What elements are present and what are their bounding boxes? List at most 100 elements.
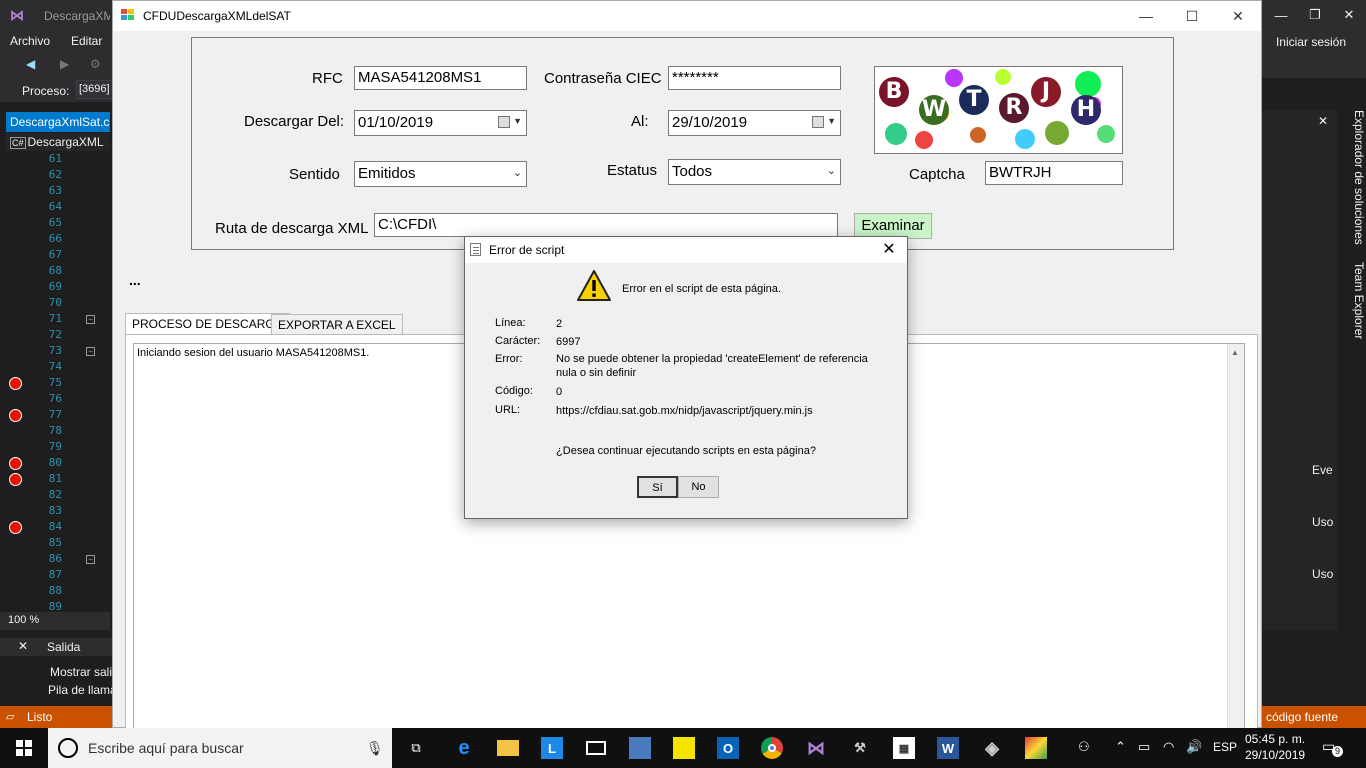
close-icon[interactable]: ✕ (1332, 0, 1366, 30)
right-panel-item[interactable]: Uso (1312, 567, 1336, 581)
calendar-icon[interactable] (812, 116, 824, 128)
taskbar-network-app[interactable] (618, 728, 662, 768)
taskbar-store[interactable]: ▦ (882, 728, 926, 768)
close-icon[interactable]: ✕ (1318, 114, 1328, 128)
line-number: 79 (48, 440, 62, 453)
taskbar-explorer[interactable] (486, 728, 530, 768)
taskbar-app-diamond[interactable]: ◈ (970, 728, 1014, 768)
line-number: 81 (48, 472, 62, 485)
breakpoint-icon[interactable] (9, 377, 22, 390)
back-icon[interactable]: ◀ (26, 57, 35, 71)
collapse-icon[interactable]: − (86, 347, 95, 356)
minimize-icon[interactable]: — (1264, 0, 1298, 30)
microphone-icon[interactable]: 🎙 (366, 740, 384, 757)
source-control-label[interactable]: código fuente (1266, 710, 1338, 724)
direction-select[interactable]: Emitidos ⌄ (354, 161, 527, 187)
process-label: Proceso: (22, 84, 70, 98)
taskbar-tools[interactable]: ⚒ (838, 728, 882, 768)
taskbar-app-colorful[interactable] (1014, 728, 1058, 768)
app-title: CFDUDescargaXMLdelSAT (143, 9, 291, 23)
people-icon[interactable]: ⚇ (1078, 739, 1090, 755)
chevron-down-icon[interactable]: ▼ (513, 116, 522, 126)
zoom-select[interactable]: 100 % (0, 612, 110, 630)
process-select[interactable]: [3696] (76, 80, 114, 99)
breakpoint-icon[interactable] (9, 409, 22, 422)
close-icon[interactable]: ✕ (1215, 1, 1261, 31)
menu-archivo[interactable]: Archivo (10, 34, 50, 48)
start-button[interactable] (0, 728, 48, 768)
maximize-icon[interactable]: ☐ (1169, 1, 1215, 31)
taskbar-visual-studio[interactable]: ⋈ (794, 728, 838, 768)
taskbar-edge[interactable]: e (442, 728, 486, 768)
vs-right-panel: ✕ (1262, 110, 1337, 630)
team-explorer-tab[interactable]: Team Explorer (1352, 262, 1366, 339)
clock-time: 05:45 p. m. (1245, 732, 1306, 746)
field-value: 6997 (556, 336, 581, 348)
rfc-input[interactable]: MASA541208MS1 (354, 66, 527, 90)
close-icon[interactable]: ✕ (875, 238, 903, 262)
sign-in-link[interactable]: Iniciar sesión (1276, 35, 1346, 49)
captcha-label: Captcha (909, 166, 965, 183)
minimize-icon[interactable]: — (1123, 1, 1169, 31)
editor-nav-dropdown[interactable]: C# DescargaXML (6, 133, 110, 151)
field-key: Código: (495, 385, 533, 397)
taskbar-outlook[interactable]: O (706, 728, 750, 768)
collapse-icon[interactable]: − (86, 315, 95, 324)
to-date-picker[interactable]: 29/10/2019 ▼ (668, 110, 841, 136)
battery-icon[interactable]: ▭ (1138, 739, 1150, 755)
clock[interactable]: 05:45 p. m. 29/10/2019 (1245, 731, 1305, 763)
taskbar-mail[interactable] (574, 728, 618, 768)
windows-taskbar: Escribe aquí para buscar 🎙 ⧉ e L O ⋈ ⚒ ▦… (0, 728, 1366, 768)
chevron-down-icon[interactable]: ▼ (827, 116, 836, 126)
language-indicator[interactable]: ESP (1213, 740, 1237, 754)
vs-window-controls: — ❐ ✕ (1264, 0, 1366, 30)
word-icon: W (937, 737, 959, 759)
no-button[interactable]: No (678, 476, 719, 498)
chrome-icon (761, 737, 783, 759)
from-date-picker[interactable]: 01/10/2019 ▼ (354, 110, 527, 136)
tab-exportar-excel[interactable]: EXPORTAR A EXCEL (271, 314, 403, 335)
toolbar-icon[interactable]: ⚙ (90, 57, 101, 71)
breakpoint-icon[interactable] (9, 473, 22, 486)
line-number: 83 (48, 504, 62, 517)
editor-tab-active[interactable]: DescargaXmlSat.cs (6, 112, 110, 132)
status-select[interactable]: Todos ⌄ (668, 159, 841, 185)
forward-icon[interactable]: ▶ (60, 57, 69, 71)
status-text: Listo (27, 710, 53, 724)
taskbar-search[interactable]: Escribe aquí para buscar 🎙 (48, 728, 392, 768)
taskbar-chrome[interactable] (750, 728, 794, 768)
close-icon[interactable]: ✕ (18, 639, 28, 653)
direction-value: Emitidos (358, 165, 416, 182)
captcha-letter: T (959, 85, 989, 115)
tab-proceso-descarga[interactable]: PROCESO DE DESCARGA (125, 313, 290, 335)
password-input[interactable]: ******** (668, 66, 841, 90)
breakpoint-icon[interactable] (9, 521, 22, 534)
right-panel-item[interactable]: Uso (1312, 515, 1336, 529)
taskbar-word[interactable]: W (926, 728, 970, 768)
yes-button[interactable]: Sí (637, 476, 678, 498)
calendar-icon[interactable] (498, 116, 510, 128)
call-stack-tab[interactable]: Pila de llamadas (48, 683, 112, 697)
taskbar-app-l[interactable]: L (530, 728, 574, 768)
restore-icon[interactable]: ❐ (1298, 0, 1332, 30)
folder-icon (497, 740, 519, 756)
task-view-button[interactable]: ⧉ (394, 728, 438, 768)
volume-icon[interactable]: 🔊 (1186, 739, 1202, 755)
wifi-icon[interactable]: ◠ (1163, 739, 1174, 755)
chevron-up-icon[interactable]: ⌃ (1115, 739, 1126, 755)
captcha-input[interactable]: BWTRJH (985, 161, 1123, 185)
menu-editar[interactable]: Editar (71, 34, 102, 48)
computer-icon (629, 737, 651, 759)
right-panel-item[interactable]: Eve (1312, 463, 1336, 477)
taskbar-sticky-notes[interactable] (662, 728, 706, 768)
notifications-button[interactable]: ▭ 9 (1322, 738, 1344, 758)
collapse-icon[interactable]: − (86, 555, 95, 564)
path-input[interactable]: C:\CFDI\ (374, 213, 838, 237)
log-scrollbar[interactable]: ▲ (1227, 344, 1244, 728)
cortana-icon (58, 738, 78, 758)
chevron-up-icon[interactable]: ▲ (1231, 348, 1239, 357)
csharp-icon: C# (10, 137, 26, 149)
solution-explorer-tab[interactable]: Explorador de soluciones (1352, 110, 1366, 245)
breakpoint-icon[interactable] (9, 457, 22, 470)
captcha-letter: J (1031, 77, 1061, 107)
